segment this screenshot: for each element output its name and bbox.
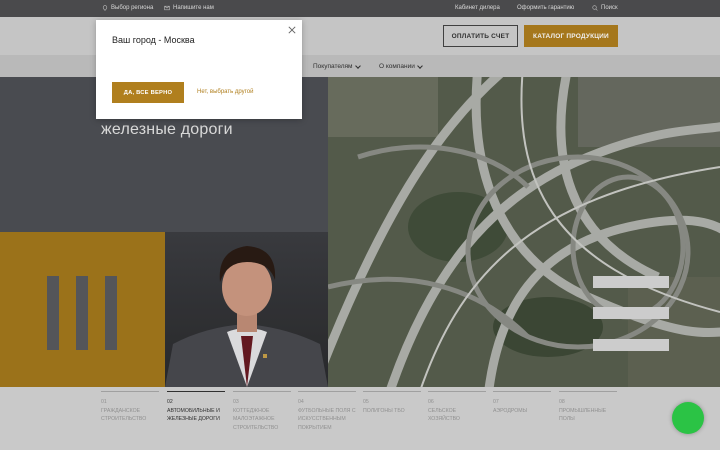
city-confirm-modal: Ваш город - Москва ДА, ВСЕ ВЕРНО Нет, вы… bbox=[96, 20, 302, 119]
search-icon bbox=[592, 5, 598, 11]
confirm-city-button[interactable]: ДА, ВСЕ ВЕРНО bbox=[112, 82, 184, 103]
tab-roads-railways[interactable]: 02 АВТОМОБИЛЬНЫЕ И ЖЕЛЕЗНЫЕ ДОРОГИ bbox=[167, 391, 225, 424]
write-us-link[interactable]: Напишите нам bbox=[164, 5, 214, 11]
tab-label: ФУТБОЛЬНЫЕ ПОЛЯ С ИСКУССТВЕННЫМ ПОКРЫТИЕ… bbox=[298, 407, 356, 431]
tab-number: 05 bbox=[363, 399, 369, 405]
location-pin-icon bbox=[102, 5, 108, 11]
region-label: Выбор региона bbox=[111, 5, 154, 11]
warranty-label: Оформить гарантию bbox=[517, 5, 575, 11]
portrait-photo bbox=[165, 232, 328, 387]
search-link[interactable]: Поиск bbox=[592, 5, 618, 11]
tab-cottage-construction[interactable]: 03 КОТТЕДЖНОЕ МАЛОЭТАЖНОЕ СТРОИТЕЛЬСТВО bbox=[233, 391, 291, 432]
logo-pillar bbox=[105, 276, 117, 350]
search-label: Поиск bbox=[601, 5, 618, 11]
nav-item-label: Покупателям bbox=[313, 63, 353, 70]
tab-number: 06 bbox=[428, 399, 434, 405]
logo-pillar bbox=[76, 276, 88, 350]
slide-indicator[interactable] bbox=[593, 339, 669, 351]
region-selector[interactable]: Выбор региона bbox=[102, 5, 153, 11]
tab-airfields[interactable]: 07 АЭРОДРОМЫ bbox=[493, 391, 551, 415]
catalog-button[interactable]: КАТАЛОГ ПРОДУКЦИИ bbox=[524, 25, 618, 47]
logo-pillar bbox=[47, 276, 59, 350]
tab-number: 08 bbox=[559, 399, 565, 405]
chevron-down-icon bbox=[417, 62, 423, 69]
nav-item-label: О компании bbox=[379, 63, 415, 70]
tab-label: СЕЛЬСКОЕ ХОЗЯЙСТВО bbox=[428, 407, 460, 423]
top-bar: Выбор региона Напишите нам Кабинет дилер… bbox=[0, 0, 720, 17]
slide-indicator[interactable] bbox=[593, 276, 669, 288]
tab-label: ПРОМЫШЛЕННЫЕ ПОЛЫ bbox=[559, 407, 607, 423]
hero-title: железные дороги bbox=[101, 121, 233, 138]
tab-landfills[interactable]: 05 ПОЛИГОНЫ ТБО bbox=[363, 391, 421, 415]
tab-label: АЭРОДРОМЫ bbox=[493, 407, 528, 414]
chat-button[interactable] bbox=[672, 402, 704, 434]
warranty-link[interactable]: Оформить гарантию bbox=[517, 5, 574, 11]
tab-number: 02 bbox=[167, 399, 173, 405]
dealer-label: Кабинет дилера bbox=[455, 5, 500, 11]
pay-invoice-button[interactable]: ОПЛАТИТЬ СЧЕТ bbox=[443, 25, 518, 47]
tab-number: 04 bbox=[298, 399, 304, 405]
mail-icon bbox=[164, 5, 170, 11]
chevron-down-icon bbox=[354, 62, 361, 69]
tab-label: ГРАЖДАНСКОЕ СТРОИТЕЛЬСТВО bbox=[101, 407, 147, 423]
tab-label: АВТОМОБИЛЬНЫЕ И ЖЕЛЕЗНЫЕ ДОРОГИ bbox=[167, 407, 220, 423]
tab-football-fields[interactable]: 04 ФУТБОЛЬНЫЕ ПОЛЯ С ИСКУССТВЕННЫМ ПОКРЫ… bbox=[298, 391, 356, 432]
nav-item-buyers[interactable]: Покупателям bbox=[313, 62, 361, 70]
person-illustration bbox=[165, 246, 328, 387]
slide-indicator[interactable] bbox=[593, 307, 669, 319]
tab-civil-construction[interactable]: 01 ГРАЖДАНСКОЕ СТРОИТЕЛЬСТВО bbox=[101, 391, 159, 424]
choose-other-city-link[interactable]: Нет, выбрать другой bbox=[197, 89, 253, 95]
dealer-cabinet-link[interactable]: Кабинет дилера bbox=[455, 5, 500, 11]
close-icon[interactable] bbox=[288, 26, 296, 34]
tab-label: ПОЛИГОНЫ ТБО bbox=[363, 407, 405, 414]
tab-number: 07 bbox=[493, 399, 499, 405]
tab-number: 03 bbox=[233, 399, 239, 405]
modal-title: Ваш город - Москва bbox=[112, 35, 195, 45]
tab-number: 01 bbox=[101, 399, 107, 405]
tab-industrial-floors[interactable]: 08 ПРОМЫШЛЕННЫЕ ПОЛЫ bbox=[559, 391, 617, 424]
write-us-label: Напишите нам bbox=[173, 5, 214, 11]
tab-agriculture[interactable]: 06 СЕЛЬСКОЕ ХОЗЯЙСТВО bbox=[428, 391, 486, 424]
tab-label: КОТТЕДЖНОЕ МАЛОЭТАЖНОЕ СТРОИТЕЛЬСТВО bbox=[233, 407, 279, 431]
nav-item-about[interactable]: О компании bbox=[379, 62, 423, 70]
